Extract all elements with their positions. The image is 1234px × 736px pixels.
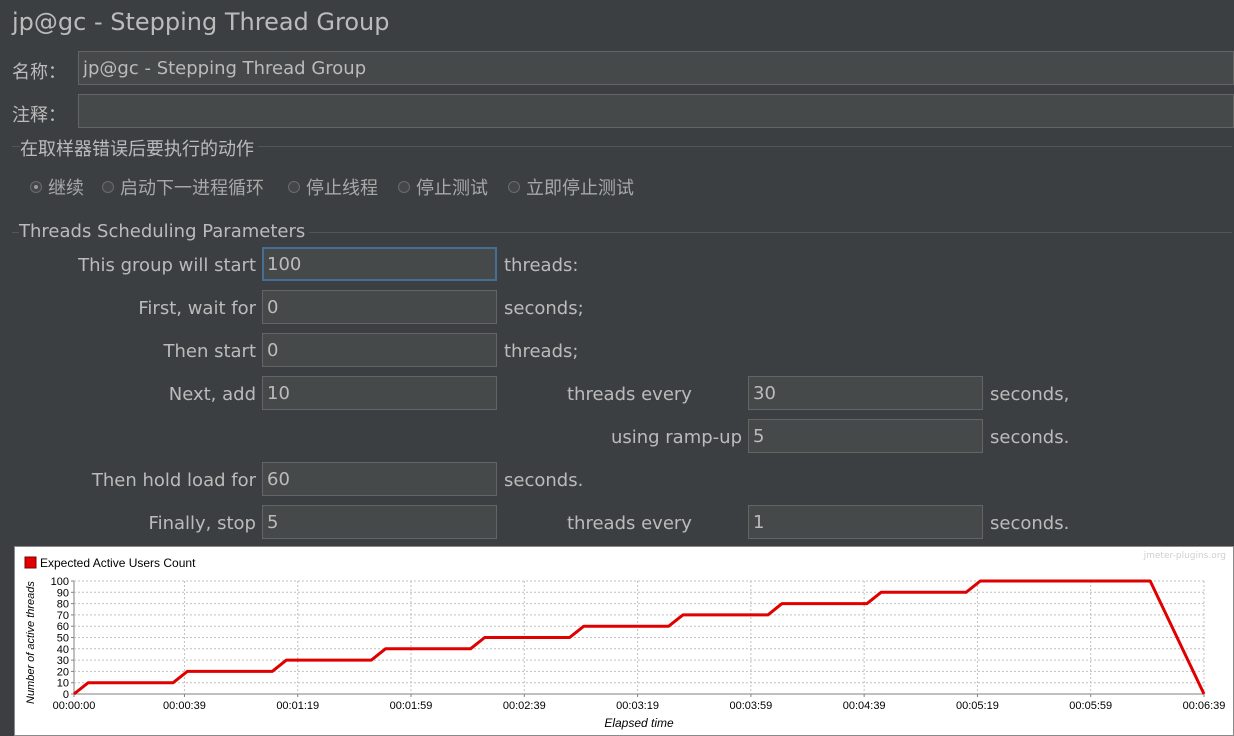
add-threads-label: Next, add — [168, 384, 256, 405]
add-threads-input[interactable] — [262, 376, 497, 410]
expected-users-chart: 0 10 20 30 40 50 60 70 80 90 100 00:00:00 00:00:39 0… — [14, 546, 1234, 736]
y-tick-label: 50 — [57, 633, 69, 645]
y-tick-label: 10 — [57, 678, 69, 690]
add-every-unit: seconds, — [990, 384, 1070, 405]
scheduling-title: Threads Scheduling Parameters — [19, 221, 310, 242]
y-tick-label: 100 — [51, 576, 69, 588]
radio-stop-thread-label: 停止线程 — [306, 178, 378, 199]
y-axis-title: Number of active threads — [25, 581, 37, 704]
start-threads-label: This group will start — [78, 255, 256, 276]
radio-stop-test[interactable]: 停止测试 — [398, 174, 488, 200]
stop-every-label: threads every — [567, 513, 692, 534]
start-threads-input[interactable] — [262, 247, 497, 281]
chart-grid — [71, 580, 1205, 697]
x-tick-label: 00:00:00 — [53, 700, 96, 712]
then-start-unit: threads; — [504, 341, 579, 362]
radio-selected-icon — [30, 181, 42, 193]
radio-unselected-icon — [398, 181, 410, 193]
chart-y-ticks: 0102030405060708090100 — [51, 576, 69, 701]
rampup-unit: seconds. — [990, 427, 1070, 448]
stop-threads-label: Finally, stop — [148, 513, 256, 534]
rampup-label: using ramp-up — [610, 427, 742, 448]
y-tick-label: 80 — [57, 599, 69, 611]
initial-delay-input[interactable] — [262, 290, 497, 324]
radio-start-next-loop[interactable]: 启动下一进程循环 — [102, 174, 264, 200]
chart-svg: 0102030405060708090100 00:00:00 00:00:39 0… — [24, 551, 1226, 730]
radio-continue-label: 继续 — [48, 178, 84, 199]
rampup-input[interactable] — [748, 419, 983, 453]
y-tick-label: 40 — [57, 644, 69, 656]
y-tick-label: 30 — [57, 655, 69, 667]
x-tick-label: 00:03:19 — [616, 700, 659, 712]
radio-unselected-icon — [102, 181, 114, 193]
legend-swatch — [24, 556, 37, 569]
radio-stop-test-now[interactable]: 立即停止测试 — [508, 174, 634, 200]
x-tick-label: 00:03:59 — [729, 700, 772, 712]
x-tick-label: 00:01:59 — [390, 700, 433, 712]
start-threads-unit: threads: — [504, 255, 579, 276]
then-start-input[interactable] — [262, 333, 497, 367]
radio-stop-test-label: 停止测试 — [416, 178, 488, 199]
x-tick-label: 00:05:59 — [1069, 700, 1112, 712]
stop-threads-input[interactable] — [262, 505, 497, 539]
x-tick-label: 00:02:39 — [503, 700, 546, 712]
x-tick-label: 00:00:39 — [163, 700, 206, 712]
stop-every-unit: seconds. — [990, 513, 1070, 534]
hold-load-input[interactable] — [262, 462, 497, 496]
comment-input[interactable] — [78, 94, 1234, 128]
radio-unselected-icon — [288, 181, 300, 193]
x-tick-label: 00:04:39 — [843, 700, 886, 712]
y-tick-label: 70 — [57, 610, 69, 622]
then-start-label: Then start — [163, 341, 256, 362]
initial-delay-label: First, wait for — [138, 298, 256, 319]
comment-label: 注释： — [12, 105, 66, 126]
x-tick-label: 00:05:19 — [956, 700, 999, 712]
chart-x-ticks: 00:00:00 00:00:39 00:01:19 00:01:59 00:02:39… — [53, 700, 1226, 712]
radio-unselected-icon — [508, 181, 520, 193]
legend-label: Expected Active Users Count — [40, 556, 196, 570]
radio-continue[interactable]: 继续 — [30, 174, 84, 200]
y-tick-label: 90 — [57, 587, 69, 599]
radio-stop-thread[interactable]: 停止线程 — [288, 174, 378, 200]
x-tick-label: 00:01:19 — [276, 700, 319, 712]
name-input[interactable] — [78, 51, 1234, 85]
add-every-input[interactable] — [748, 376, 983, 410]
error-action-title: 在取样器错误后要执行的动作 — [20, 135, 258, 161]
hold-load-label: Then hold load for — [91, 470, 256, 491]
add-every-label: threads every — [567, 384, 692, 405]
radio-stop-test-now-label: 立即停止测试 — [526, 178, 634, 199]
y-tick-label: 60 — [57, 621, 69, 633]
hold-load-unit: seconds. — [504, 470, 584, 491]
window-title: jp@gc - Stepping Thread Group — [12, 8, 390, 36]
name-label: 名称： — [12, 62, 66, 83]
y-tick-label: 20 — [57, 666, 69, 678]
x-axis-title: Elapsed time — [604, 716, 674, 730]
initial-delay-unit: seconds; — [504, 298, 584, 319]
stop-every-input[interactable] — [748, 505, 983, 539]
x-tick-label: 00:06:39 — [1183, 700, 1226, 712]
radio-start-next-loop-label: 启动下一进程循环 — [120, 178, 264, 199]
chart-watermark: jmeter-plugins.org — [1143, 551, 1226, 561]
